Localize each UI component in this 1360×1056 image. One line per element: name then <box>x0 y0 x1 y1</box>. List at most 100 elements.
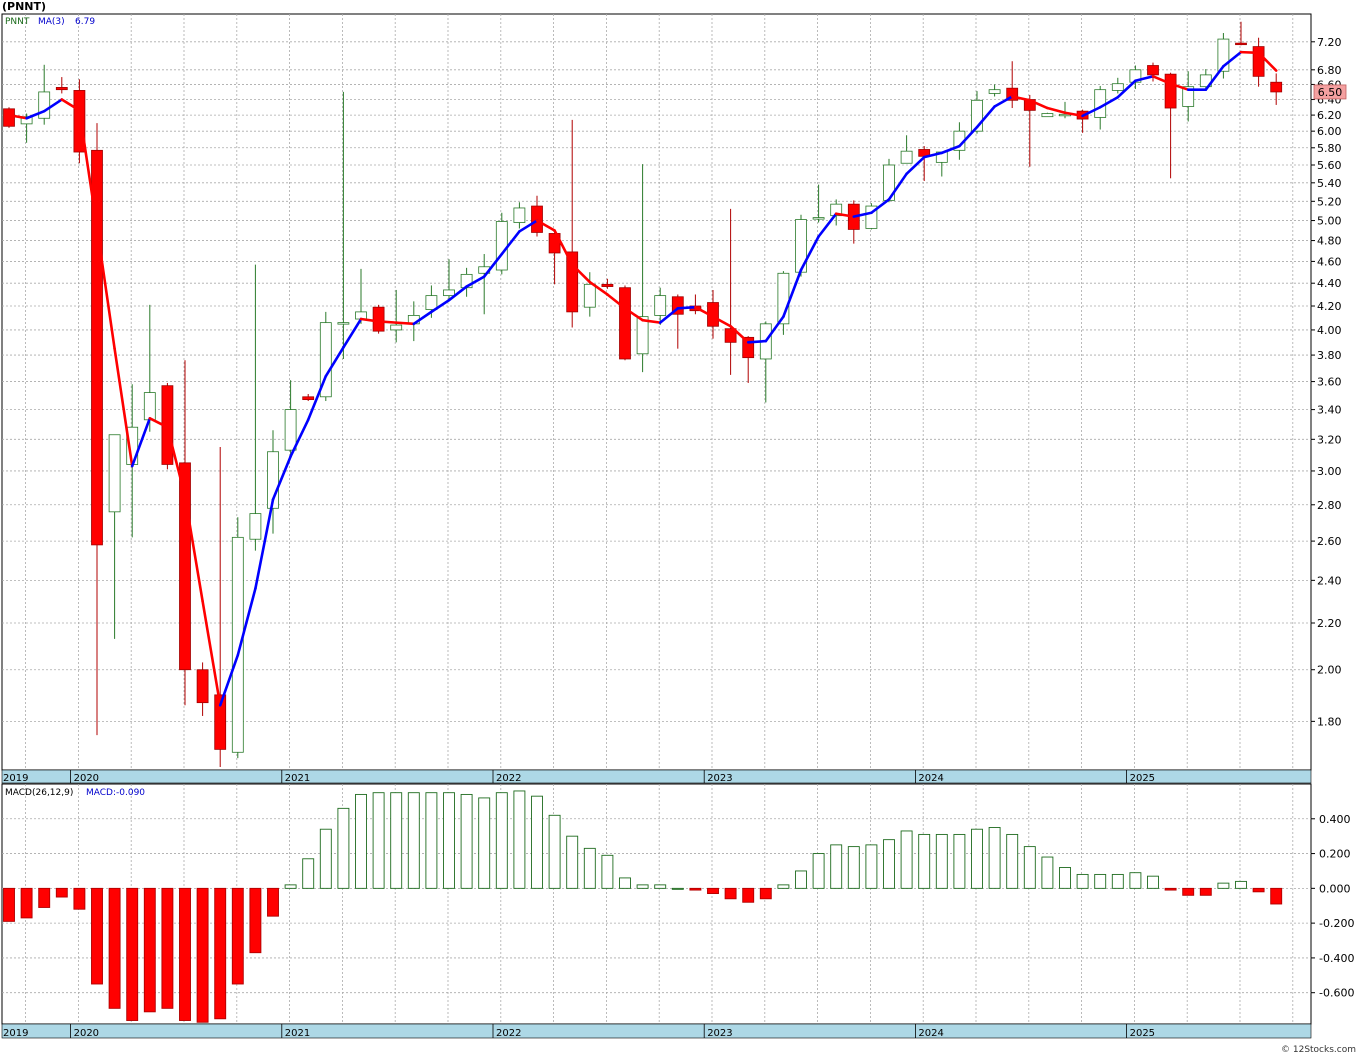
price-tick-label: 2.40 <box>1317 574 1342 587</box>
macd-bar-negative <box>196 887 209 1023</box>
macd-bar-negative <box>73 887 86 910</box>
macd-bar-positive <box>953 833 966 889</box>
macd-bar-positive <box>355 793 367 889</box>
macd-bar-positive <box>654 884 667 889</box>
macd-legend-value: MACD:-0.090 <box>86 788 145 798</box>
macd-tick-label: 0.200 <box>1319 848 1351 861</box>
macd-bar-positive <box>337 807 350 889</box>
macd-tick-label: -0.200 <box>1319 917 1354 930</box>
price-tick-label: 6.20 <box>1317 109 1342 122</box>
macd-bar-positive <box>460 793 473 889</box>
macd-bar-positive <box>531 795 543 889</box>
macd-bar-negative <box>759 887 772 900</box>
candle-up <box>38 91 51 119</box>
price-tick-label: 2.20 <box>1317 617 1342 630</box>
macd-bar-negative <box>689 887 702 891</box>
macd-bar-positive <box>918 833 931 889</box>
macd-bar-positive <box>1006 833 1019 889</box>
macd-bar-negative <box>1182 887 1195 896</box>
price-tick-label: 3.20 <box>1317 433 1342 446</box>
macd-bar-positive <box>812 853 825 889</box>
macd-bar-negative <box>20 887 33 919</box>
macd-bar-positive <box>1094 873 1107 889</box>
macd-tick-label: 0.000 <box>1319 882 1351 895</box>
price-tick-label: 3.80 <box>1317 349 1342 362</box>
macd-bar-negative <box>108 887 121 1009</box>
macd-bar-positive <box>988 827 1001 889</box>
price-panel-frame <box>1 13 1312 771</box>
candle-down <box>1270 81 1283 93</box>
macd-bar-positive <box>1217 882 1230 889</box>
candle-down <box>372 306 385 332</box>
ma-line-segment <box>1239 50 1260 55</box>
candle-up <box>636 316 649 355</box>
candle-up <box>143 392 156 421</box>
macd-bar-positive <box>425 792 438 889</box>
year-label: 2019 <box>3 1028 28 1039</box>
macd-bar-negative <box>91 887 103 985</box>
candle-up <box>390 324 403 331</box>
macd-bar-positive <box>495 792 508 889</box>
candle-up <box>443 289 455 297</box>
macd-bar-positive <box>601 854 614 889</box>
macd-bar-positive <box>777 884 790 889</box>
macd-bar-negative <box>143 887 156 1013</box>
macd-bar-negative <box>3 887 15 922</box>
candle-down <box>566 251 579 313</box>
stock-chart[interactable]: 1.80 2.00 2.20 2.40 2.60 2.80 3.00 3.20 3.40 3.60… <box>0 0 1360 1056</box>
macd-bar-negative <box>249 887 262 954</box>
ma-line-segment <box>746 339 768 344</box>
macd-bar-negative <box>179 887 191 1021</box>
timeline-band <box>1 1023 1312 1039</box>
price-tick-label: 4.80 <box>1317 235 1342 248</box>
macd-bar-negative <box>55 887 68 898</box>
price-tick-label: 2.80 <box>1317 499 1342 512</box>
candle-up <box>900 150 913 164</box>
candle-up <box>337 322 350 325</box>
macd-bar-negative <box>214 887 227 1020</box>
year-label: 2022 <box>496 773 521 784</box>
macd-bar-positive <box>478 797 491 889</box>
ma-line-segment <box>394 321 416 326</box>
candle-up <box>249 513 262 540</box>
candle-up <box>988 89 1001 94</box>
macd-bar-negative <box>267 887 279 917</box>
candle-up <box>108 434 121 513</box>
price-tick-label: 5.80 <box>1317 142 1342 155</box>
watermark: © 12Stocks.com <box>1281 1045 1356 1055</box>
candle-down <box>3 108 15 127</box>
macd-bar-positive <box>1041 856 1054 889</box>
macd-bar-negative <box>742 887 755 903</box>
macd-bar-positive <box>319 828 332 889</box>
macd-bar-positive <box>900 830 913 889</box>
year-label: 2023 <box>707 773 732 784</box>
macd-bar-positive <box>935 833 948 889</box>
price-tick-label: 4.60 <box>1317 255 1342 268</box>
macd-bar-negative <box>126 887 139 1021</box>
candle-up <box>812 217 825 220</box>
macd-bar-positive <box>407 792 420 889</box>
macd-bar-positive <box>1076 873 1089 889</box>
macd-bar-negative <box>724 887 737 900</box>
macd-bar-positive <box>971 828 983 889</box>
macd-bar-negative <box>1199 887 1212 896</box>
year-label: 2024 <box>918 1028 943 1039</box>
macd-bar-positive <box>1023 846 1036 889</box>
macd-bar-positive <box>443 792 455 889</box>
macd-tick-label: -0.400 <box>1319 952 1354 965</box>
candle-up <box>495 221 508 271</box>
macd-bar-negative <box>1270 887 1283 905</box>
price-tick-label: 5.20 <box>1317 195 1342 208</box>
year-label: 2023 <box>707 1028 732 1039</box>
candle-down <box>55 87 68 91</box>
candle-down <box>1252 46 1265 77</box>
macd-bar-positive <box>1235 880 1247 889</box>
candle-down <box>1164 73 1177 109</box>
price-tick-label: 4.20 <box>1317 300 1342 313</box>
candle-down <box>619 287 631 360</box>
price-tick-label: 3.00 <box>1317 465 1342 478</box>
candle-up <box>284 409 297 451</box>
year-label: 2021 <box>285 1028 310 1039</box>
price-tick-label: 5.40 <box>1317 177 1342 190</box>
year-label: 2021 <box>285 773 310 784</box>
